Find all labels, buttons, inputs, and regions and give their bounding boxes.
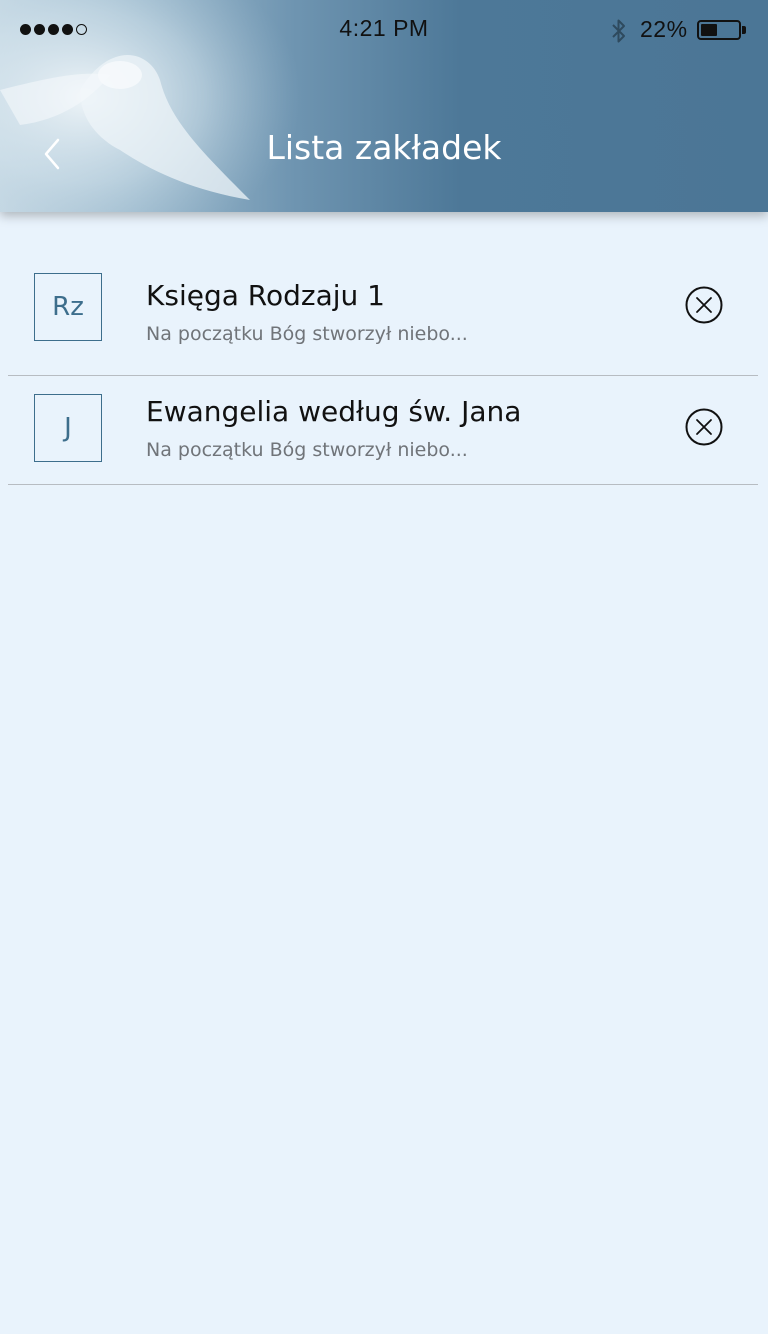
- remove-bookmark-button[interactable]: [685, 408, 723, 446]
- bookmark-title: Księga Rodzaju 1: [146, 279, 385, 312]
- row-divider: [8, 484, 758, 485]
- bookmark-excerpt: Na początku Bóg stworzył niebo...: [146, 323, 468, 345]
- bluetooth-icon: [612, 19, 625, 43]
- remove-circle-x-icon: [685, 408, 723, 446]
- remove-circle-x-icon: [685, 286, 723, 324]
- bookmark-list: Rz Księga Rodzaju 1 Na początku Bóg stwo…: [0, 256, 768, 485]
- book-abbreviation-badge: J: [34, 394, 102, 462]
- battery-percent: 22%: [640, 16, 688, 42]
- page-title: Lista zakładek: [266, 128, 502, 167]
- status-bar: 4:21 PM 22%: [0, 0, 768, 62]
- book-abbreviation-badge: Rz: [34, 273, 102, 341]
- battery-level-fill: [701, 24, 717, 36]
- bookmark-row[interactable]: J Ewangelia według św. Jana Na początku …: [0, 376, 768, 485]
- bookmark-excerpt: Na początku Bóg stworzył niebo...: [146, 439, 468, 461]
- header: 4:21 PM 22% Lista zakładek: [0, 0, 768, 212]
- bookmark-title: Ewangelia według św. Jana: [146, 395, 522, 428]
- remove-bookmark-button[interactable]: [685, 286, 723, 324]
- battery-icon: [697, 20, 741, 40]
- bookmark-row[interactable]: Rz Księga Rodzaju 1 Na początku Bóg stwo…: [0, 256, 768, 376]
- battery-cap: [742, 26, 746, 34]
